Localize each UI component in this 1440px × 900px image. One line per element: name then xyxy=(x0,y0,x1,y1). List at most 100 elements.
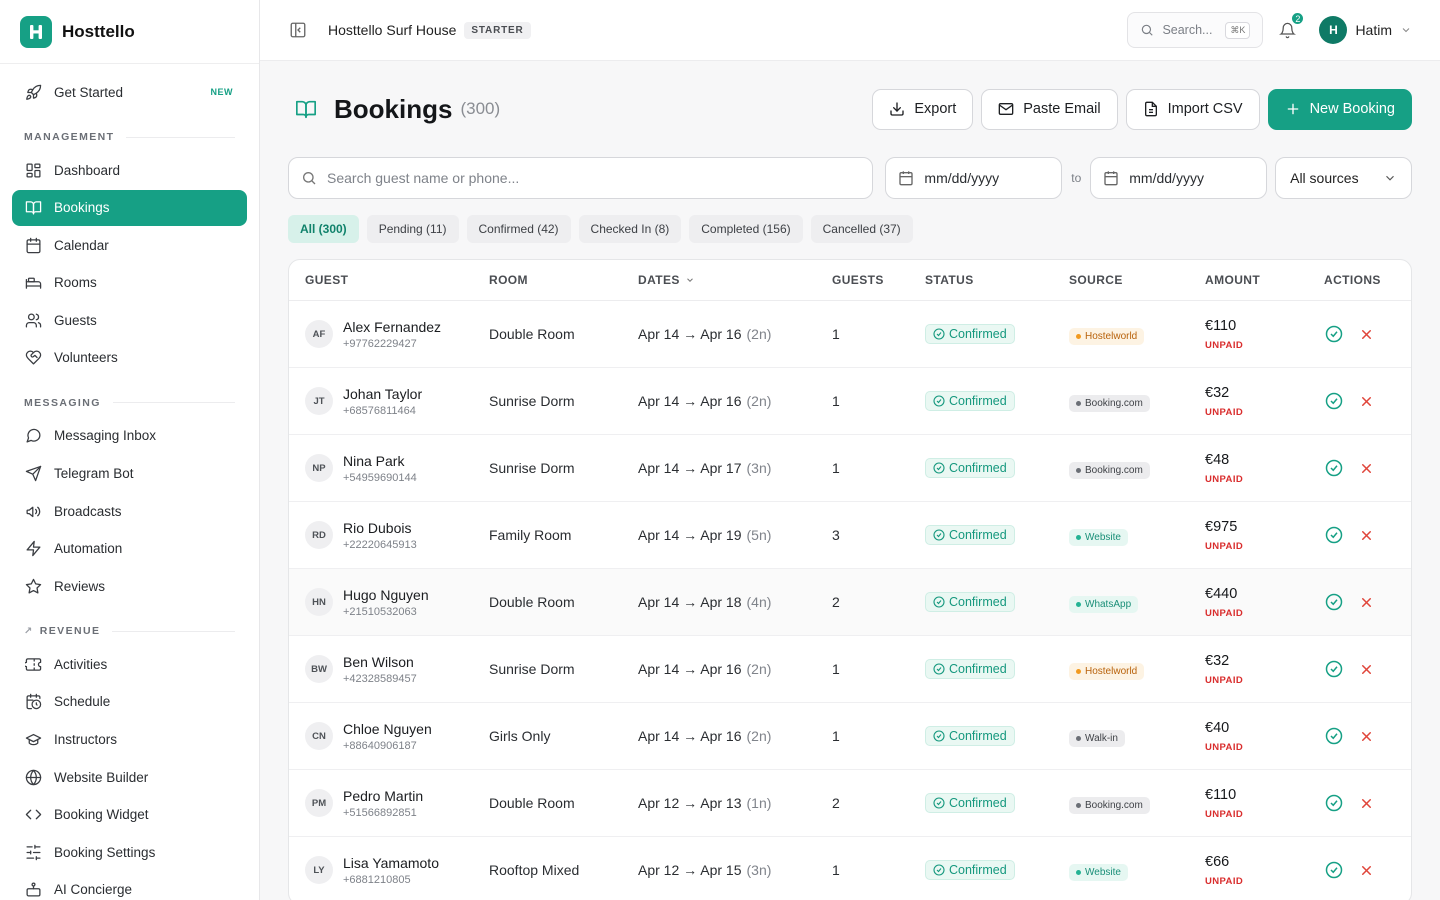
column-header-actions: ACTIONS xyxy=(1324,273,1381,287)
table-row[interactable]: BW Ben Wilson +42328589457 Sunrise Dorm Apr … xyxy=(289,636,1411,703)
sidebar-item-get-started[interactable]: Get Started NEW xyxy=(12,74,247,110)
guest-name[interactable]: Alex Fernandez xyxy=(343,319,441,335)
guest-search-input[interactable] xyxy=(327,170,861,186)
column-header-status[interactable]: STATUS xyxy=(925,273,1069,287)
import-csv-button[interactable]: Import CSV xyxy=(1125,88,1260,130)
confirm-check-icon[interactable] xyxy=(1324,659,1344,679)
paste-email-button[interactable]: Paste Email xyxy=(981,88,1118,130)
date-to-input[interactable] xyxy=(1129,170,1255,186)
cancel-x-icon[interactable] xyxy=(1356,525,1376,545)
table-row[interactable]: CN Chloe Nguyen +88640906187 Girls Only Apr … xyxy=(289,703,1411,770)
sidebar-item-broadcasts[interactable]: Broadcasts xyxy=(12,493,247,529)
amount-value: €66 xyxy=(1205,853,1230,870)
source-label: Website xyxy=(1085,531,1121,543)
guest-search[interactable] xyxy=(288,157,874,199)
guest-initials-avatar: HN xyxy=(305,588,333,616)
confirm-check-icon[interactable] xyxy=(1324,458,1344,478)
export-button[interactable]: Export xyxy=(872,88,974,130)
sidebar-item-telegram-bot[interactable]: Telegram Bot xyxy=(12,456,247,492)
cancel-x-icon[interactable] xyxy=(1356,726,1376,746)
column-header-guest[interactable]: GUEST xyxy=(289,273,489,287)
column-header-source[interactable]: SOURCE xyxy=(1069,273,1205,287)
column-header-room[interactable]: ROOM xyxy=(489,273,638,287)
tab-confirmed[interactable]: Confirmed (42) xyxy=(466,215,571,243)
sidebar-item-rooms[interactable]: Rooms xyxy=(12,265,247,301)
cancel-x-icon[interactable] xyxy=(1356,592,1376,612)
guest-name[interactable]: Rio Dubois xyxy=(343,520,417,536)
guest-name[interactable]: Nina Park xyxy=(343,453,417,469)
table-row[interactable]: PM Pedro Martin +51566892851 Double Room Apr… xyxy=(289,770,1411,837)
sidebar-item-messaging-inbox[interactable]: Messaging Inbox xyxy=(12,418,247,454)
source-badge: WhatsApp xyxy=(1069,595,1139,613)
brand[interactable]: Hosttello xyxy=(0,0,259,64)
table-row[interactable]: LY Lisa Yamamoto +6881210805 Rooftop Mixed A… xyxy=(289,837,1411,900)
global-search[interactable]: Search... ⌘K xyxy=(1127,12,1264,48)
date-from-field[interactable] xyxy=(885,157,1063,199)
confirm-check-icon[interactable] xyxy=(1324,592,1344,612)
sidebar-item-booking-widget[interactable]: Booking Widget xyxy=(12,797,247,833)
notifications-button[interactable]: 2 xyxy=(1277,11,1306,40)
table-row[interactable]: NP Nina Park +54959690144 Sunrise Dorm Apr 1… xyxy=(289,435,1411,502)
sidebar-item-booking-settings[interactable]: Booking Settings xyxy=(12,834,247,870)
table-row[interactable]: RD Rio Dubois +22220645913 Family Room Apr 1… xyxy=(289,502,1411,569)
confirm-check-icon[interactable] xyxy=(1324,860,1344,880)
tab-cancelled[interactable]: Cancelled (37) xyxy=(810,215,913,243)
cancel-x-icon[interactable] xyxy=(1356,391,1376,411)
confirm-check-icon[interactable] xyxy=(1324,391,1344,411)
new-booking-button[interactable]: New Booking xyxy=(1267,88,1412,130)
sidebar-item-volunteers[interactable]: Volunteers xyxy=(12,340,247,376)
guest-name[interactable]: Hugo Nguyen xyxy=(343,587,429,603)
column-header-guests[interactable]: GUESTS xyxy=(832,273,925,287)
main-content: Bookings (300) Export Paste Email Import… xyxy=(260,61,1440,900)
confirm-check-icon[interactable] xyxy=(1324,726,1344,746)
cancel-x-icon[interactable] xyxy=(1356,324,1376,344)
sidebar-item-bookings[interactable]: Bookings xyxy=(12,189,247,226)
table-row[interactable]: HN Hugo Nguyen +21510532063 Double Room Apr … xyxy=(289,569,1411,636)
table-row[interactable]: JT Johan Taylor +68576811464 Sunrise Dorm Ap… xyxy=(289,368,1411,435)
cancel-x-icon[interactable] xyxy=(1356,860,1376,880)
table-header: GUEST ROOM DATES GUESTS STATUS SOURCE AM… xyxy=(289,260,1411,301)
dates-cell: Apr 14 → Apr 16 (2n) xyxy=(638,393,832,409)
tab-checked-in[interactable]: Checked In (8) xyxy=(578,215,682,243)
sidebar-toggle-icon[interactable] xyxy=(288,20,308,40)
cancel-x-icon[interactable] xyxy=(1356,458,1376,478)
table-row[interactable]: AF Alex Fernandez +97762229427 Double Room A… xyxy=(289,301,1411,368)
date-from-input[interactable] xyxy=(924,170,1050,186)
tab-pending[interactable]: Pending (11) xyxy=(366,215,459,243)
guest-name[interactable]: Ben Wilson xyxy=(343,654,417,670)
payment-status: UNPAID xyxy=(1205,607,1244,619)
download-icon xyxy=(889,101,905,117)
confirm-check-icon[interactable] xyxy=(1324,525,1344,545)
cancel-x-icon[interactable] xyxy=(1356,659,1376,679)
guest-initials-avatar: JT xyxy=(305,387,333,415)
sidebar-item-reviews[interactable]: Reviews xyxy=(12,568,247,604)
status-badge: Confirmed xyxy=(925,324,1015,344)
column-header-amount[interactable]: AMOUNT xyxy=(1205,273,1324,287)
column-header-dates[interactable]: DATES xyxy=(638,273,832,287)
sidebar-item-guests[interactable]: Guests xyxy=(12,302,247,338)
confirm-check-icon[interactable] xyxy=(1324,324,1344,344)
source-select[interactable]: All sources xyxy=(1275,157,1412,199)
property-name[interactable]: Hosttello Surf House xyxy=(328,22,456,38)
tab-completed[interactable]: Completed (156) xyxy=(689,215,803,243)
sidebar-item-website-builder[interactable]: Website Builder xyxy=(12,759,247,795)
source-label: Hostelworld xyxy=(1085,330,1138,342)
guest-name[interactable]: Lisa Yamamoto xyxy=(343,855,439,871)
guest-name[interactable]: Pedro Martin xyxy=(343,788,423,804)
sidebar-item-instructors[interactable]: Instructors xyxy=(12,722,247,758)
sidebar-item-dashboard[interactable]: Dashboard xyxy=(12,152,247,188)
amount-cell: €110 UNPAID xyxy=(1205,318,1324,351)
cancel-x-icon[interactable] xyxy=(1356,793,1376,813)
sidebar-item-automation[interactable]: Automation xyxy=(12,531,247,567)
sidebar-item-schedule[interactable]: Schedule xyxy=(12,684,247,720)
guest-name[interactable]: Chloe Nguyen xyxy=(343,721,432,737)
amount-value: €32 xyxy=(1205,384,1230,401)
user-menu[interactable]: H Hatim xyxy=(1319,16,1412,44)
date-to-field[interactable] xyxy=(1090,157,1268,199)
tab-all[interactable]: All (300) xyxy=(288,215,359,243)
confirm-check-icon[interactable] xyxy=(1324,793,1344,813)
sidebar-item-activities[interactable]: Activities xyxy=(12,646,247,682)
sidebar-item-ai-concierge[interactable]: AI Concierge xyxy=(12,872,247,900)
guest-name[interactable]: Johan Taylor xyxy=(343,386,422,402)
sidebar-item-calendar[interactable]: Calendar xyxy=(12,227,247,263)
